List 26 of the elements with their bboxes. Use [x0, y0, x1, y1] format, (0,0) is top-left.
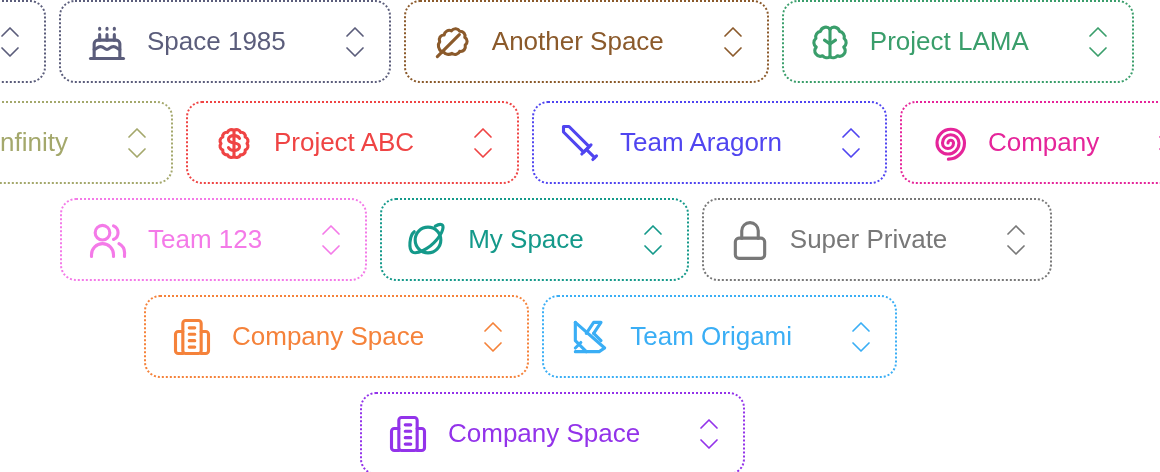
- chevron-updown-icon: [641, 222, 664, 257]
- space-selector[interactable]: Team Aragorn: [532, 101, 887, 184]
- chevron-updown-icon: [472, 125, 495, 160]
- chevron-updown-icon: [698, 416, 721, 451]
- chevron-updown-icon: [482, 319, 505, 354]
- space-selector[interactable]: Another Space: [403, 0, 769, 83]
- space-selector[interactable]: Project LAMA: [781, 0, 1134, 83]
- space-selector[interactable]: Team 123: [60, 198, 368, 281]
- chevron-updown-icon: [0, 24, 21, 59]
- space-selector[interactable]: My Space: [380, 198, 689, 281]
- space-selector[interactable]: Company Space: [360, 392, 746, 472]
- chevron-updown-icon: [320, 222, 343, 257]
- chevron-updown-icon: [721, 24, 744, 59]
- chevron-updown-icon: [1086, 24, 1109, 59]
- space-selector[interactable]: Company: [899, 101, 1160, 184]
- space-selector[interactable]: Space 1985: [59, 0, 391, 83]
- chevron-updown-icon: [850, 319, 873, 354]
- space-selector[interactable]: Team Origami: [542, 295, 898, 378]
- chevron-updown-icon: [1005, 222, 1028, 257]
- space-selector[interactable]: Company Space: [144, 295, 530, 378]
- chevron-updown-icon: [839, 125, 862, 160]
- chevron-updown-icon: [125, 125, 148, 160]
- chevron-updown-icon: [343, 24, 366, 59]
- space-selector[interactable]: Super Private: [701, 198, 1053, 281]
- space-selector[interactable]: Project ABC: [185, 101, 520, 184]
- space-selector[interactable]: nfinity: [0, 101, 173, 184]
